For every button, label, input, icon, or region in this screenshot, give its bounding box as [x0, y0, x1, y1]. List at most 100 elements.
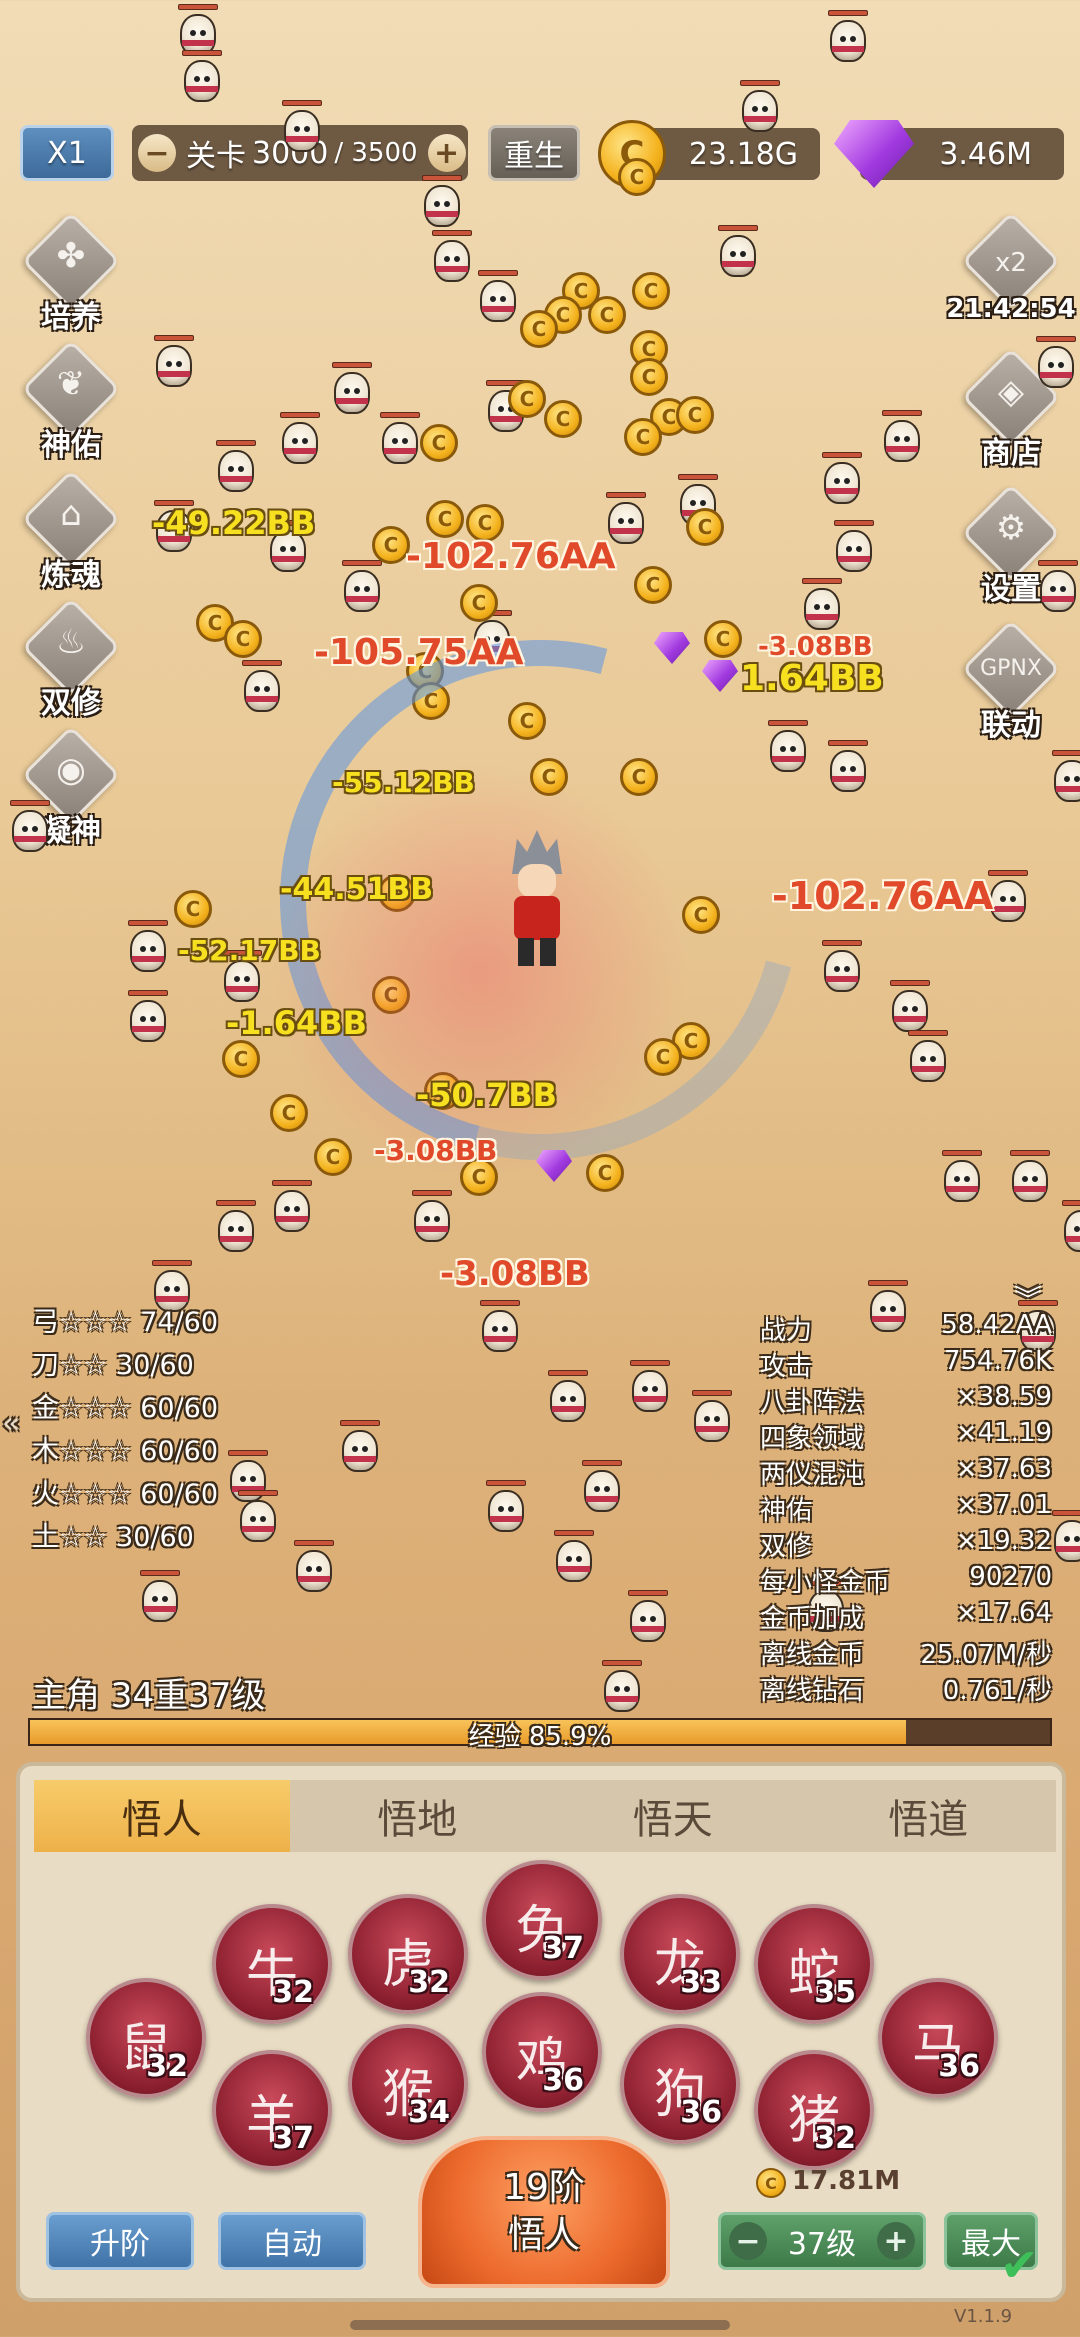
element-stats: 弓☆☆☆ 74/60 刀☆☆ 30/60 金☆☆☆ 60/60 木☆☆☆ 60/…: [32, 1300, 218, 1558]
exp-bar: 经验 85.9%: [28, 1718, 1052, 1752]
element-stat-row: 金☆☆☆ 60/60: [32, 1393, 219, 1424]
element-stat-row: 木☆☆☆ 60/60: [32, 1436, 219, 1467]
level-decrease-button[interactable]: −: [729, 2222, 767, 2260]
monster-enemy: [1036, 560, 1080, 616]
zodiac-horse[interactable]: 马 36: [878, 1978, 998, 2098]
monster-enemy: [820, 940, 864, 996]
tier-name: 悟人: [507, 2215, 580, 2256]
zodiac-level: 36: [938, 2049, 980, 2084]
monster-enemy: [1008, 1150, 1052, 1206]
monster-enemy: [1034, 336, 1078, 392]
zodiac-dragon[interactable]: 龙 33: [620, 1894, 740, 2014]
tab-dao[interactable]: 悟道: [800, 1780, 1056, 1852]
gold-amount: 23.18G: [688, 136, 798, 172]
gold-coin-icon: C: [756, 2168, 786, 2198]
zodiac-snake[interactable]: 蛇 35: [754, 1904, 874, 2024]
version-label: V1.1.9: [954, 2306, 1013, 2327]
element-stat-row: 土☆☆ 30/60: [32, 1522, 194, 1553]
tab-human[interactable]: 悟人: [34, 1780, 290, 1852]
monster-enemy: [580, 1460, 624, 1516]
link-logo-icon: GPNX: [980, 656, 1042, 681]
zodiac-dog[interactable]: 狗 36: [620, 2024, 740, 2144]
gold-coin-icon: C: [222, 1040, 260, 1078]
zodiac-level: 34: [408, 2095, 450, 2130]
zodiac-level: 35: [814, 1975, 856, 2010]
zodiac-rabbit[interactable]: 兔 37: [482, 1860, 602, 1980]
stage-prev-button[interactable]: −: [138, 134, 176, 172]
level-increase-button[interactable]: +: [877, 2222, 915, 2260]
auto-button[interactable]: 自动: [218, 2212, 366, 2270]
side-button-refine-soul[interactable]: ⌂ 炼魂: [16, 469, 126, 596]
zodiac-goat[interactable]: 羊 37: [212, 2050, 332, 2170]
gold-coin-icon: C: [624, 418, 662, 456]
side-button-cultivate[interactable]: ✤ 培养: [16, 211, 126, 338]
home-indicator[interactable]: [350, 2320, 730, 2330]
gold-coin-icon: C: [460, 584, 498, 622]
side-button-blessing[interactable]: ❦ 神佑: [16, 339, 126, 466]
side-button-link[interactable]: GPNX 联动: [956, 619, 1066, 746]
zodiac-rat[interactable]: 鼠 32: [86, 1978, 206, 2098]
lightning-aura-effect: [270, 760, 690, 1180]
upgrade-tier-button[interactable]: 升阶: [46, 2212, 194, 2270]
tab-earth[interactable]: 悟地: [289, 1780, 545, 1852]
monster-enemy: [270, 1180, 314, 1236]
tier-level: 19阶: [503, 2167, 585, 2208]
combat-stats: 战力 58.42AA 攻击 754.76K 八卦阵法 ×38.59 四象领域 ×41.1…: [760, 1310, 1052, 1706]
monster-enemy: [832, 520, 876, 576]
monster-enemy: [628, 1360, 672, 1416]
zodiac-level: 36: [542, 2063, 584, 2098]
monster-enemy: [478, 1300, 522, 1356]
monster-enemy: [214, 1200, 258, 1256]
zodiac-rooster[interactable]: 鸡 36: [482, 1992, 602, 2112]
speed-button[interactable]: X1: [20, 125, 114, 181]
tier-button[interactable]: 19阶 悟人: [418, 2136, 670, 2288]
monster-enemy: [180, 50, 224, 106]
stage-next-button[interactable]: +: [427, 134, 466, 172]
zodiac-level: 32: [408, 1965, 450, 2000]
zodiac-pig[interactable]: 猪 32: [754, 2050, 874, 2170]
combat-stat-row: 离线钻石 0.761/秒: [760, 1676, 1052, 1706]
combat-stat-row: 两仪混沌 ×37.63: [760, 1454, 1052, 1490]
combat-stat-row: 金币加成 ×17.64: [760, 1598, 1052, 1634]
combat-stat-row: 双修 ×19.32: [760, 1526, 1052, 1562]
gold-coin-icon: C: [588, 296, 626, 334]
side-button-double-boost[interactable]: x2 21:42:54: [946, 211, 1076, 338]
monster-enemy: [626, 1590, 670, 1646]
side-button-dual-cultivation[interactable]: ♨ 双修: [16, 597, 126, 724]
stage-label: 关卡: [186, 139, 246, 174]
monster-enemy: [292, 1540, 336, 1596]
gold-coin-icon: C: [174, 890, 212, 928]
rebirth-label: 重生: [504, 139, 564, 174]
clover-icon: ✤: [56, 236, 86, 276]
side-label-shop: 商店: [981, 436, 1041, 471]
zodiac-level: 36: [680, 2095, 722, 2130]
upgrade-cost: 17.81M: [792, 2166, 901, 2196]
side-label-refine-soul: 炼魂: [41, 558, 101, 593]
combat-stat-row: 攻击 754.76K: [760, 1346, 1052, 1382]
gold-coin-icon: C: [634, 566, 672, 604]
gold-coin-icon: C: [520, 310, 558, 348]
monster-enemy: [430, 230, 474, 286]
zodiac-tiger[interactable]: 虎 32: [348, 1894, 468, 2014]
monster-enemy: [338, 1420, 382, 1476]
monster-enemy: [340, 560, 384, 616]
monster-enemy: [278, 412, 322, 468]
monster-enemy: [820, 452, 864, 508]
element-stat-row: 火☆☆☆ 60/60: [32, 1479, 219, 1510]
monster-enemy: [126, 920, 170, 976]
zodiac-level: 32: [814, 2121, 856, 2156]
zodiac-level: 33: [680, 1965, 722, 2000]
gold-coin-icon: C: [314, 1138, 352, 1176]
monster-enemy: [214, 440, 258, 496]
boost-timer: 21:42:54: [946, 294, 1076, 324]
zodiac-ox[interactable]: 牛 32: [212, 1904, 332, 2024]
zodiac-level: 32: [272, 1975, 314, 2010]
checkmark-icon: ✔: [1000, 2238, 1039, 2292]
combat-stat-row: 神佑 ×37.01: [760, 1490, 1052, 1526]
tab-heaven[interactable]: 悟天: [545, 1780, 801, 1852]
expand-left-icon[interactable]: «: [2, 1406, 20, 1441]
rebirth-button[interactable]: 重生: [488, 125, 580, 181]
zodiac-monkey[interactable]: 猴 34: [348, 2024, 468, 2144]
gold-coin-icon: C: [224, 620, 262, 658]
monster-enemy: [766, 720, 810, 776]
